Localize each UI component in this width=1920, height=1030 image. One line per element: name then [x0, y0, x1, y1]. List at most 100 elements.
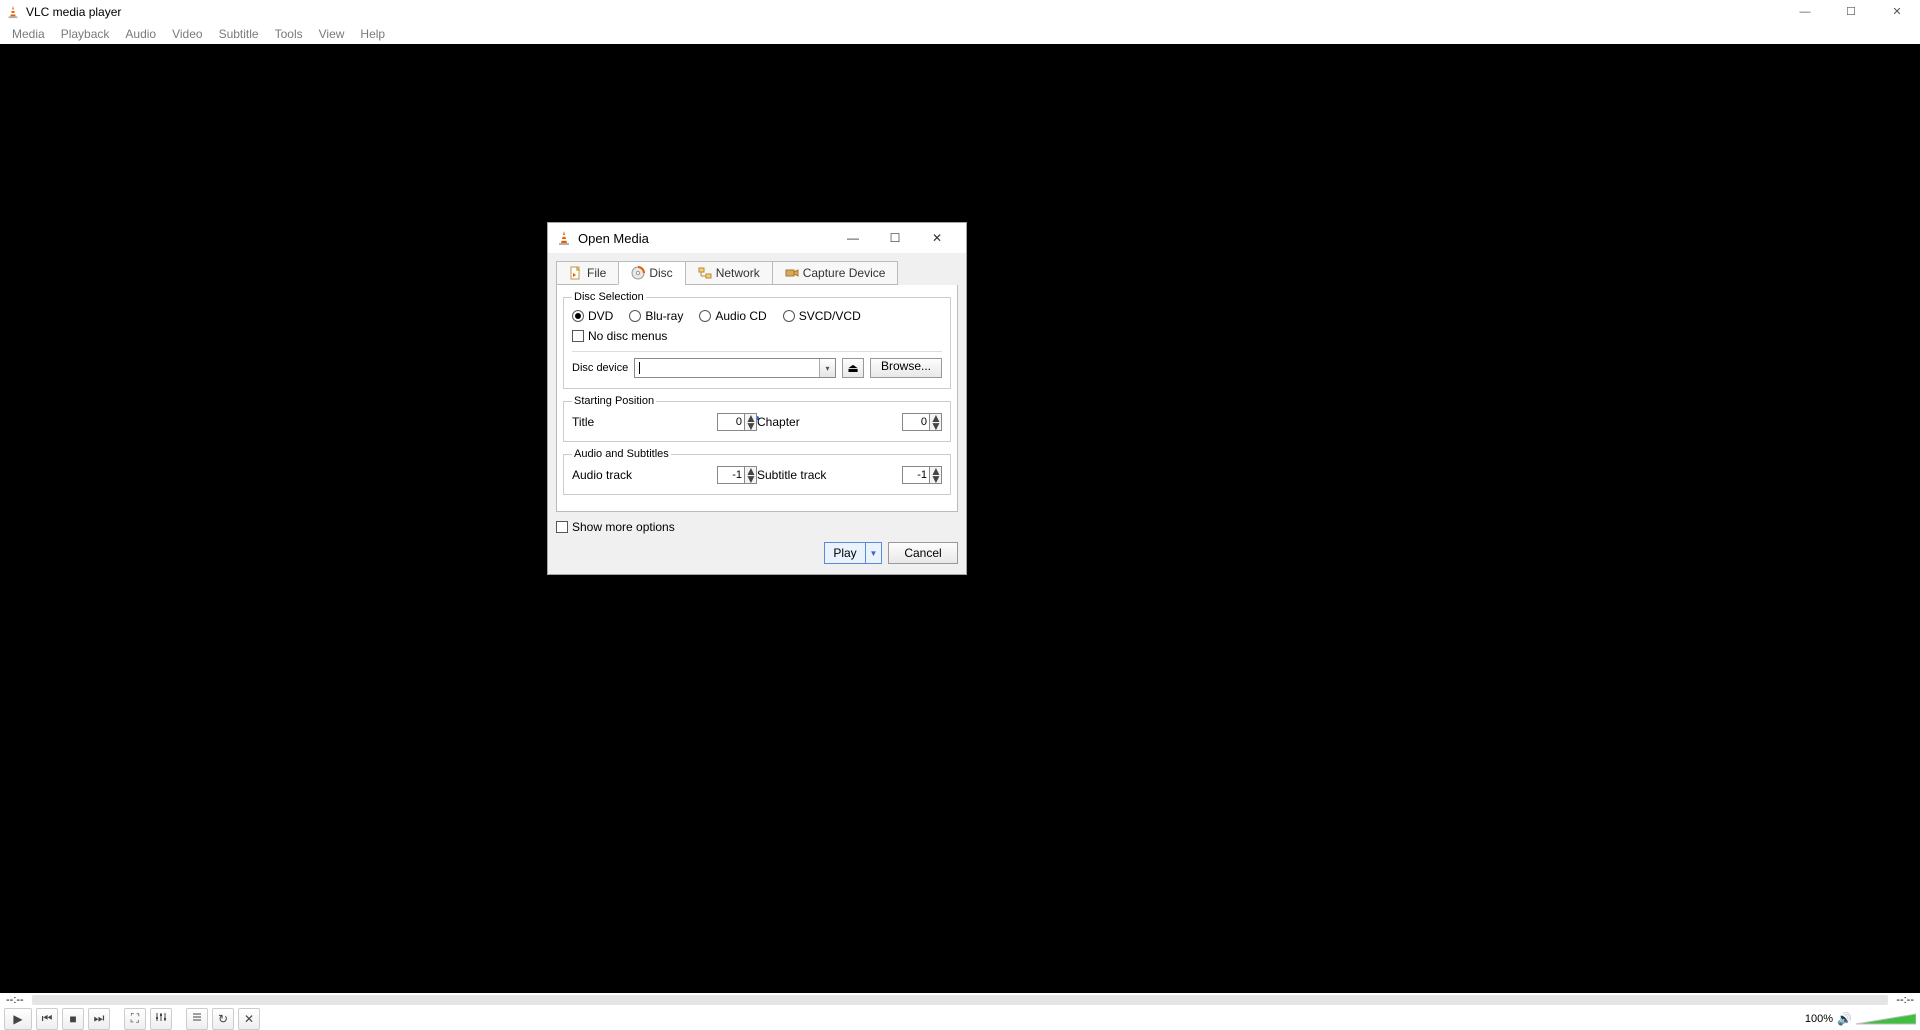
- dialog-tabs: File Disc Network Capture Device: [556, 261, 958, 285]
- play-icon: ▶: [13, 1012, 22, 1026]
- radio-dvd[interactable]: DVD: [572, 309, 613, 323]
- tab-capture-label: Capture Device: [803, 266, 886, 280]
- disc-device-combo[interactable]: ▾: [634, 358, 836, 378]
- seek-slider[interactable]: [32, 995, 1889, 1005]
- file-icon: [569, 266, 583, 280]
- menu-media[interactable]: Media: [4, 25, 53, 43]
- capture-icon: [785, 266, 799, 280]
- chapter-label: Chapter: [757, 415, 827, 429]
- speaker-icon[interactable]: 🔊: [1837, 1012, 1852, 1026]
- menu-view[interactable]: View: [311, 25, 353, 43]
- previous-button[interactable]: ⏮: [36, 1008, 58, 1030]
- menu-playback[interactable]: Playback: [53, 25, 118, 43]
- tab-disc[interactable]: Disc: [618, 261, 685, 285]
- vlc-cone-icon: [556, 230, 572, 246]
- shuffle-icon: ✕: [244, 1012, 254, 1026]
- subtitle-track-spin-buttons[interactable]: ▲▼: [930, 466, 942, 484]
- loop-button[interactable]: ↻: [212, 1008, 234, 1030]
- disc-icon: [631, 266, 645, 280]
- eject-button[interactable]: ⏏: [842, 358, 864, 378]
- playback-controls: ▶ ⏮ ■ ⏭ ⛶ ↻ ✕ 100% 🔊: [0, 1007, 1920, 1030]
- window-title: VLC media player: [26, 5, 1782, 19]
- seek-bar-row: --:-- --:--: [0, 993, 1920, 1007]
- checkbox-show-more-options[interactable]: [556, 521, 568, 533]
- volume-slider[interactable]: [1856, 1012, 1916, 1026]
- subtitle-track-label: Subtitle track: [757, 468, 827, 482]
- audio-track-spin-input[interactable]: [717, 466, 745, 484]
- menu-audio[interactable]: Audio: [117, 25, 164, 43]
- tab-file-label: File: [587, 266, 606, 280]
- stop-button[interactable]: ■: [62, 1008, 84, 1030]
- window-controls: — ☐ ✕: [1782, 0, 1920, 23]
- title-spin-buttons[interactable]: ▲▼: [745, 413, 757, 431]
- main-titlebar: VLC media player — ☐ ✕: [0, 0, 1920, 23]
- fullscreen-icon: ⛶: [131, 1011, 139, 1026]
- starting-position-fieldset: Starting Position Title ▲▼ Chapter ▲▼: [563, 395, 951, 442]
- elapsed-time[interactable]: --:--: [6, 994, 24, 1006]
- vlc-cone-icon: [6, 5, 20, 19]
- dialog-footer: Show more options Play ▼ Cancel: [548, 520, 966, 574]
- subtitle-track-spin-input[interactable]: [902, 466, 930, 484]
- stop-icon: ■: [69, 1012, 76, 1026]
- disc-device-label: Disc device: [572, 362, 628, 374]
- text-cursor: [639, 362, 640, 374]
- browse-button[interactable]: Browse...: [870, 358, 942, 378]
- play-pause-button[interactable]: ▶: [4, 1008, 32, 1030]
- audio-subtitles-fieldset: Audio and Subtitles Audio track ▲▼ Subti…: [563, 448, 951, 495]
- dialog-close-button[interactable]: ✕: [916, 223, 958, 253]
- skip-forward-icon: ⏭: [94, 1011, 105, 1026]
- tab-capture[interactable]: Capture Device: [772, 261, 899, 285]
- play-button[interactable]: Play ▼: [824, 542, 882, 564]
- skip-back-icon: ⏮: [42, 1011, 53, 1026]
- playlist-icon: [191, 1011, 203, 1026]
- next-button[interactable]: ⏭: [88, 1008, 110, 1030]
- open-media-dialog: Open Media — ☐ ✕ File Disc Network Captu…: [547, 222, 967, 575]
- tab-network-label: Network: [716, 266, 760, 280]
- tab-file[interactable]: File: [556, 261, 619, 285]
- menu-bar: Media Playback Audio Video Subtitle Tool…: [0, 23, 1920, 44]
- equalizer-icon: [155, 1011, 167, 1026]
- show-more-options-label: Show more options: [572, 520, 675, 534]
- audio-track-spin-buttons[interactable]: ▲▼: [745, 466, 757, 484]
- menu-tools[interactable]: Tools: [267, 25, 311, 43]
- chapter-spin-buttons[interactable]: ▲▼: [930, 413, 942, 431]
- dialog-maximize-button[interactable]: ☐: [874, 223, 916, 253]
- checkbox-no-disc-menus[interactable]: No disc menus: [572, 329, 667, 343]
- dialog-titlebar[interactable]: Open Media — ☐ ✕: [548, 223, 966, 253]
- audio-track-label: Audio track: [572, 468, 642, 482]
- chapter-spin-input[interactable]: [902, 413, 930, 431]
- network-icon: [698, 266, 712, 280]
- dialog-minimize-button[interactable]: —: [832, 223, 874, 253]
- disc-selection-fieldset: Disc Selection DVD Blu-ray Audio CD SVCD…: [563, 291, 951, 389]
- total-time[interactable]: --:--: [1896, 994, 1914, 1006]
- tab-disc-label: Disc: [649, 266, 672, 280]
- dialog-title: Open Media: [578, 231, 832, 246]
- radio-bluray[interactable]: Blu-ray: [629, 309, 683, 323]
- disc-selection-legend: Disc Selection: [572, 291, 646, 303]
- audio-subtitles-legend: Audio and Subtitles: [572, 448, 671, 460]
- playlist-button[interactable]: [186, 1008, 208, 1030]
- fullscreen-button[interactable]: ⛶: [124, 1008, 146, 1030]
- divider: [572, 351, 942, 352]
- loop-icon: ↻: [218, 1012, 228, 1026]
- radio-audiocd[interactable]: Audio CD: [699, 309, 766, 323]
- menu-help[interactable]: Help: [352, 25, 393, 43]
- title-label: Title: [572, 415, 642, 429]
- menu-subtitle[interactable]: Subtitle: [211, 25, 267, 43]
- extended-settings-button[interactable]: [150, 1008, 172, 1030]
- radio-svcd[interactable]: SVCD/VCD: [783, 309, 861, 323]
- eject-icon: ⏏: [847, 361, 858, 375]
- cancel-button[interactable]: Cancel: [888, 542, 958, 564]
- title-spin-input[interactable]: [717, 413, 745, 431]
- maximize-button[interactable]: ☐: [1828, 0, 1874, 23]
- tab-network[interactable]: Network: [685, 261, 773, 285]
- starting-position-legend: Starting Position: [572, 395, 656, 407]
- menu-video[interactable]: Video: [164, 25, 210, 43]
- video-area: Open Media — ☐ ✕ File Disc Network Captu…: [0, 44, 1920, 993]
- play-dropdown-button[interactable]: ▼: [865, 543, 881, 563]
- minimize-button[interactable]: —: [1782, 0, 1828, 23]
- close-button[interactable]: ✕: [1874, 0, 1920, 23]
- shuffle-button[interactable]: ✕: [238, 1008, 260, 1030]
- chevron-down-icon[interactable]: ▾: [819, 359, 835, 377]
- volume-label[interactable]: 100%: [1805, 1013, 1833, 1025]
